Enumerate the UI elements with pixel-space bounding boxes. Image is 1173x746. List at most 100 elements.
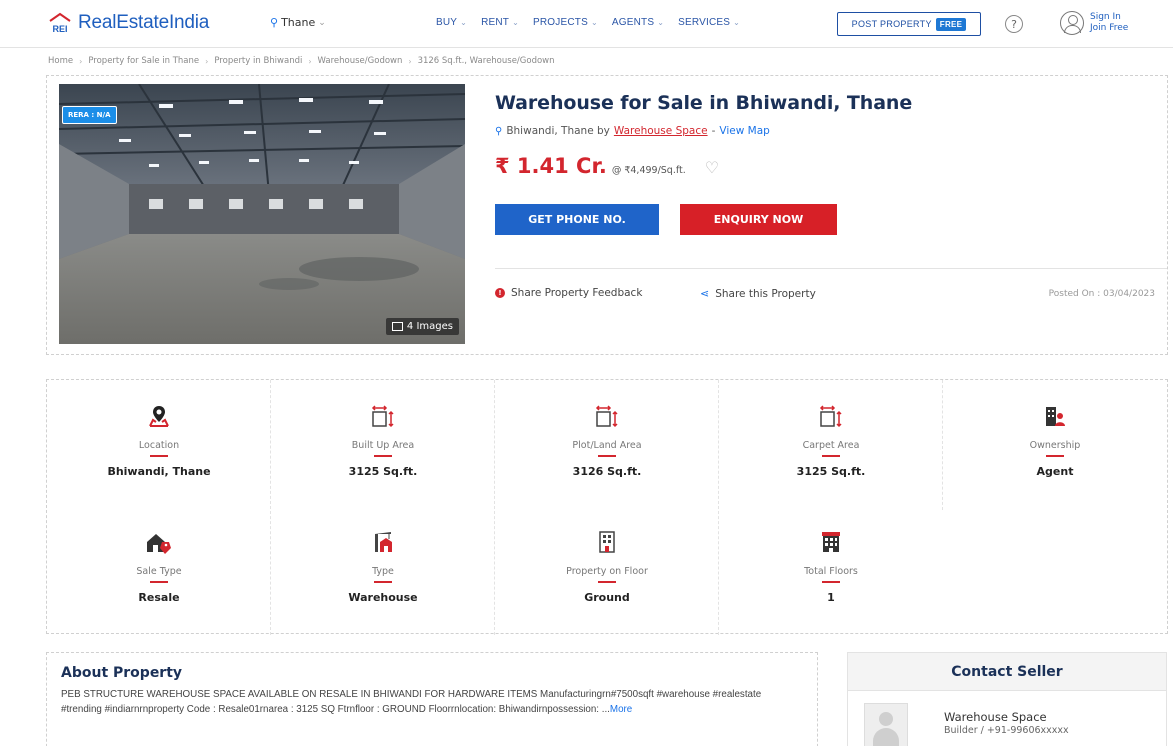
nav-services[interactable]: SERVICES ⌄ — [678, 17, 740, 28]
get-phone-button[interactable]: GET PHONE NO. — [495, 204, 659, 235]
user-icon[interactable] — [1060, 11, 1084, 35]
divider — [1046, 455, 1064, 457]
help-icon[interactable]: ? — [1005, 15, 1023, 33]
breadcrumb-current: 3126 Sq.ft., Warehouse/Godown — [417, 56, 555, 66]
about-title: About Property — [61, 665, 183, 681]
detail-value: 3126 Sq.ft. — [572, 464, 642, 478]
detail-label: Carpet Area — [802, 440, 860, 451]
sign-in-link[interactable]: Sign In Join Free — [1090, 12, 1128, 34]
breadcrumb-separator-icon: › — [308, 56, 312, 66]
ownership-icon — [1043, 404, 1067, 428]
gallery-icon — [391, 322, 403, 331]
agent-link[interactable]: Warehouse Space — [614, 125, 708, 137]
detail-value: Ground — [584, 590, 630, 604]
detail-label: Location — [138, 440, 180, 451]
chevron-down-icon: ⌄ — [318, 17, 326, 28]
detail-location: Location Bhiwandi, Thane — [47, 380, 271, 504]
breadcrumb-warehouse[interactable]: Warehouse/Godown — [318, 56, 403, 66]
location-separator: - — [711, 125, 716, 137]
detail-label: Plot/Land Area — [572, 440, 642, 451]
nav-projects[interactable]: PROJECTS ⌄ — [533, 17, 598, 28]
divider — [822, 581, 840, 583]
divider — [598, 581, 616, 583]
avatar — [864, 703, 908, 746]
detail-label: Total Floors — [804, 566, 858, 577]
breadcrumb-separator-icon: › — [408, 56, 412, 66]
city-selector[interactable]: ⚲ Thane ⌄ — [270, 16, 326, 29]
warehouse-photo-image — [59, 84, 465, 344]
chevron-down-icon: ⌄ — [512, 18, 520, 27]
nav-buy[interactable]: BUY ⌄ — [436, 17, 467, 28]
nav-rent[interactable]: RENT ⌄ — [481, 17, 519, 28]
post-property-label: POST PROPERTY — [851, 19, 932, 29]
feedback-icon: ! — [495, 288, 505, 298]
breadcrumb-sale-thane[interactable]: Property for Sale in Thane — [88, 56, 199, 66]
breadcrumb-home[interactable]: Home — [48, 56, 73, 66]
detail-value: 3125 Sq.ft. — [796, 464, 866, 478]
property-photo[interactable]: RERA : N/A 4 Images — [59, 84, 465, 344]
contact-seller-panel: Contact Seller Warehouse Space Builder /… — [847, 652, 1167, 746]
breadcrumb-bhiwandi[interactable]: Property in Bhiwandi — [214, 56, 302, 66]
chevron-down-icon: ⌄ — [733, 18, 741, 27]
area-icon — [595, 404, 619, 428]
detail-total-floors: Total Floors 1 — [719, 506, 943, 630]
detail-built-up-area: Built Up Area 3125 Sq.ft. — [271, 380, 495, 504]
detail-value: 3125 Sq.ft. — [348, 464, 418, 478]
rera-badge: RERA : N/A — [62, 106, 117, 124]
contact-seller-title: Contact Seller — [848, 653, 1166, 691]
area-icon — [819, 404, 843, 428]
share-property-link[interactable]: ⋖ Share this Property — [700, 287, 816, 300]
about-property-section: About Property PEB STRUCTURE WAREHOUSE S… — [46, 652, 818, 746]
chevron-down-icon: ⌄ — [460, 18, 468, 27]
breadcrumb-separator-icon: › — [205, 56, 209, 66]
area-icon — [371, 404, 395, 428]
property-title: Warehouse for Sale in Bhiwandi, Thane — [495, 92, 913, 114]
site-logo[interactable]: REI RealEstateIndia — [48, 12, 209, 34]
detail-label: Property on Floor — [566, 566, 648, 577]
share-label: Share this Property — [715, 287, 816, 300]
city-name: Thane — [281, 16, 316, 29]
breadcrumb-separator-icon: › — [79, 56, 83, 66]
view-map-link[interactable]: View Map — [719, 125, 769, 137]
post-property-button[interactable]: POST PROPERTY FREE — [837, 12, 981, 36]
breadcrumb: Home › Property for Sale in Thane › Prop… — [48, 56, 555, 66]
location-pin-icon: ⚲ — [270, 16, 279, 29]
divider — [495, 268, 1167, 269]
divider — [598, 455, 616, 457]
detail-value: 1 — [827, 590, 835, 604]
about-description: PEB STRUCTURE WAREHOUSE SPACE AVAILABLE … — [61, 689, 762, 715]
chevron-down-icon: ⌄ — [590, 18, 598, 27]
location-icon — [147, 404, 171, 428]
property-price: ₹ 1.41 Cr. — [495, 154, 607, 178]
seller-name: Warehouse Space — [944, 710, 1047, 724]
detail-value: Resale — [138, 590, 180, 604]
share-icon: ⋖ — [700, 287, 710, 300]
divider — [822, 455, 840, 457]
join-free-label: Join Free — [1090, 23, 1129, 33]
nav-agents[interactable]: AGENTS ⌄ — [612, 17, 664, 28]
detail-label: Built Up Area — [351, 440, 415, 451]
posted-date: Posted On : 03/04/2023 — [1048, 289, 1155, 299]
location-pin-icon: ⚲ — [495, 125, 503, 137]
detail-value: Bhiwandi, Thane — [107, 464, 211, 478]
price-line: ₹ 1.41 Cr. @ ₹4,499/Sq.ft. ♡ — [495, 154, 719, 178]
divider — [150, 455, 168, 457]
logo-house-icon: REI — [48, 12, 72, 34]
more-link[interactable]: More — [610, 704, 632, 715]
property-location-line: ⚲ Bhiwandi, Thane by Warehouse Space - V… — [495, 125, 770, 137]
building-icon — [819, 530, 843, 554]
share-feedback-link[interactable]: ! Share Property Feedback — [495, 287, 642, 299]
property-details-grid: Location Bhiwandi, Thane Built Up Area 3… — [46, 379, 1168, 635]
detail-label: Sale Type — [136, 566, 182, 577]
image-count-label: 4 Images — [406, 321, 453, 332]
heart-icon[interactable]: ♡ — [705, 158, 719, 177]
detail-label: Type — [372, 566, 394, 577]
enquiry-now-button[interactable]: ENQUIRY NOW — [680, 204, 837, 235]
image-count-badge[interactable]: 4 Images — [385, 318, 459, 335]
free-badge: FREE — [935, 17, 967, 31]
detail-plot-area: Plot/Land Area 3126 Sq.ft. — [495, 380, 719, 504]
property-summary-card: RERA : N/A 4 Images Warehouse for Sale i… — [46, 75, 1168, 355]
price-per-sqft: @ ₹4,499/Sq.ft. — [611, 165, 686, 176]
svg-text:REI: REI — [52, 24, 67, 34]
detail-ownership: Ownership Agent — [943, 380, 1167, 504]
